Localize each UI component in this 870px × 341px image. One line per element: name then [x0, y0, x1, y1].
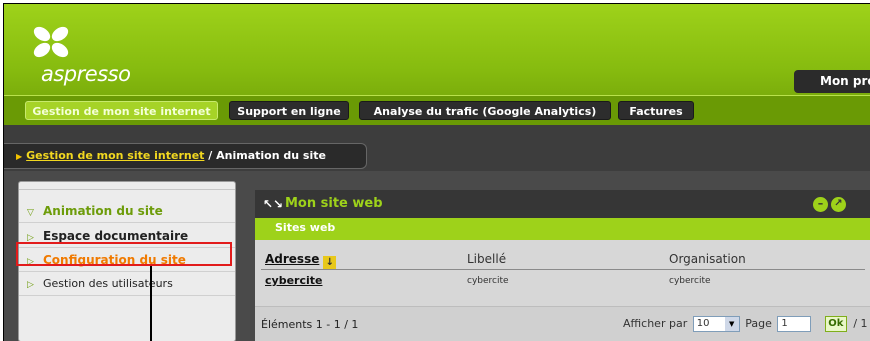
column-header-libelle: Libellé	[467, 252, 507, 266]
elements-count: Éléments 1 - 1 / 1	[261, 318, 359, 331]
my-profile-tab[interactable]: Mon profil	[794, 70, 870, 93]
column-header-organisation: Organisation	[669, 252, 746, 266]
sites-table: Adresse ↓ Libellé Organisation cybercite …	[261, 248, 865, 292]
minimize-button[interactable]: –	[813, 197, 828, 212]
nav-tab-factures[interactable]: Factures	[618, 101, 694, 120]
panel-title: Mon site web	[285, 196, 383, 211]
close-button[interactable]: ↗	[831, 197, 846, 212]
sidebar-item-gestion-utilisateurs[interactable]: ▷ Gestion des utilisateurs	[19, 272, 235, 296]
nav-tab-support[interactable]: Support en ligne	[229, 101, 349, 120]
ok-button[interactable]: Ok	[824, 316, 847, 332]
site-panel: ↖↘ Mon site web – ↗ Sites web Adresse ↓ L…	[255, 190, 870, 341]
triangle-right-icon: ▷	[27, 233, 34, 243]
resize-arrows-icon[interactable]: ↖↘	[263, 190, 283, 218]
sidebar-item-animation[interactable]: ▽ Animation du site	[19, 199, 235, 223]
afficher-par-label: Afficher par	[623, 317, 688, 330]
page-input[interactable]: 1	[777, 316, 812, 332]
breadcrumb: ▶ Gestion de mon site internet / Animatio…	[4, 143, 367, 169]
sidebar-item-espace-documentaire[interactable]: ▷ Espace documentaire	[19, 224, 235, 248]
browser-frame: aspresso Mon profil Gestion de mon site …	[3, 3, 870, 341]
sort-down-icon[interactable]: ↓	[323, 256, 337, 269]
table-footer: Éléments 1 - 1 / 1 Afficher par 10 ▼ Page…	[255, 306, 870, 341]
subtab-bar: Sites web	[255, 218, 870, 240]
triangle-down-icon: ▽	[27, 208, 34, 218]
sidebar-item-label: Gestion des utilisateurs	[43, 277, 173, 290]
page-label: Page	[745, 317, 772, 330]
logo-text: aspresso	[41, 62, 131, 86]
dropdown-arrow-icon[interactable]: ▼	[724, 317, 739, 331]
main-nav: Gestion de mon site internet Support en …	[4, 95, 870, 125]
sidebar: ▽ Animation du site ▷ Espace documentaire …	[18, 181, 236, 341]
triangle-right-icon: ▷	[27, 257, 34, 267]
pager: Afficher par 10 ▼ Page 1 Ok / 1	[623, 316, 868, 332]
breadcrumb-link[interactable]: Gestion de mon site internet	[26, 149, 204, 162]
breadcrumb-bar: ▶ Gestion de mon site internet / Animatio…	[4, 125, 870, 171]
cell-adresse-link[interactable]: cybercite	[265, 274, 322, 287]
page-total: / 1	[853, 317, 868, 330]
cell-libelle: cybercite	[467, 276, 509, 286]
nav-tab-gestion-site[interactable]: Gestion de mon site internet	[25, 101, 218, 120]
breadcrumb-current: Animation du site	[216, 149, 326, 162]
breadcrumb-separator: /	[204, 149, 217, 162]
sidebar-top-strip	[19, 182, 235, 190]
site-header: aspresso Mon profil Gestion de mon site …	[4, 4, 870, 125]
column-header-adresse[interactable]: Adresse ↓	[265, 252, 337, 269]
logo[interactable]: aspresso	[28, 23, 148, 89]
flower-logo-icon	[33, 26, 69, 58]
nav-tab-analytics[interactable]: Analyse du trafic (Google Analytics)	[359, 101, 611, 120]
sidebar-item-label: Animation du site	[43, 204, 163, 218]
content-area: ▽ Animation du site ▷ Espace documentaire …	[4, 171, 870, 341]
header-divider	[261, 269, 865, 270]
pointer-line	[150, 266, 152, 341]
tab-sites-web[interactable]: Sites web	[275, 221, 335, 234]
sidebar-item-configuration[interactable]: ▷ Configuration du site	[19, 248, 235, 272]
per-page-select[interactable]: 10 ▼	[692, 316, 740, 332]
cell-organisation: cybercite	[669, 276, 711, 286]
panel-header: ↖↘ Mon site web – ↗	[255, 190, 870, 218]
triangle-right-icon: ▷	[27, 280, 34, 290]
sidebar-item-label: Configuration du site	[43, 253, 186, 267]
arrow-right-icon: ▶	[16, 152, 23, 161]
sidebar-item-label: Espace documentaire	[43, 229, 189, 243]
